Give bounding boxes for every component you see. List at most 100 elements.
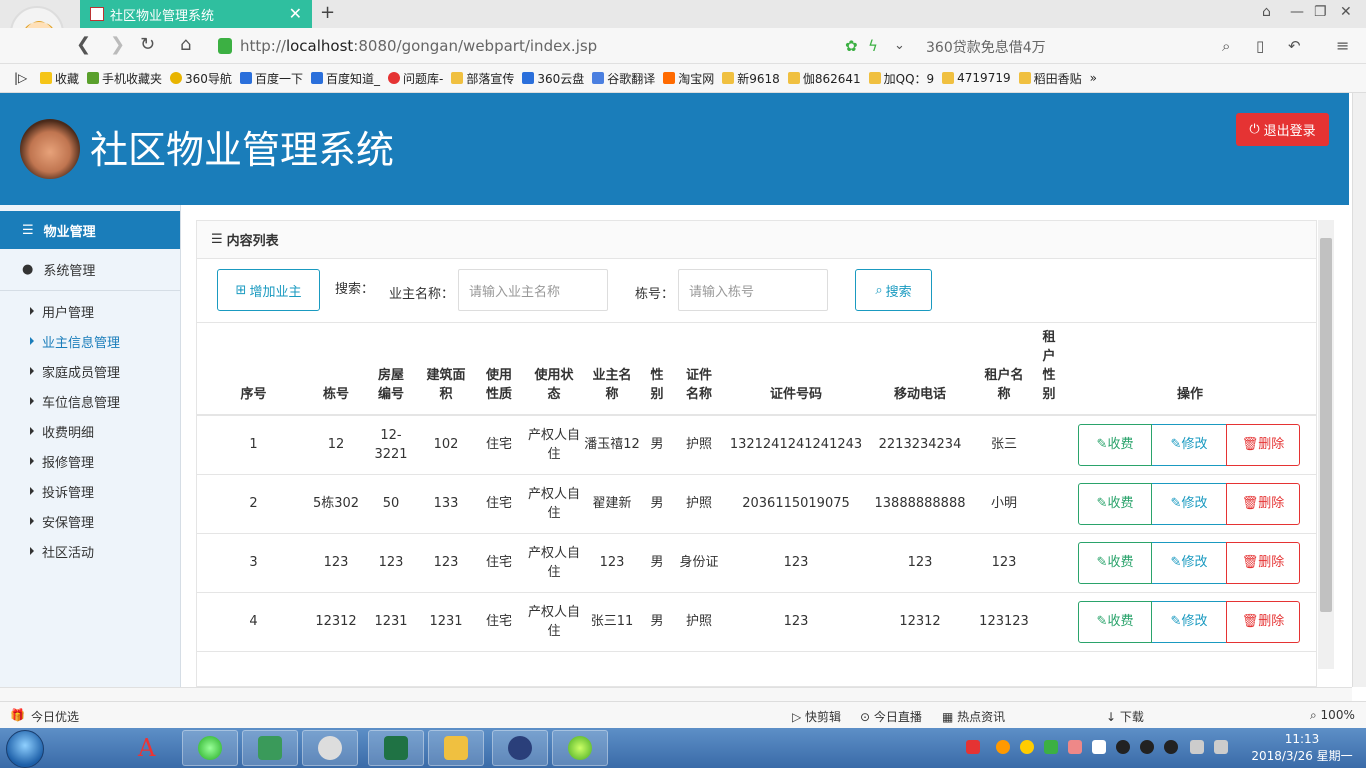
volume-icon[interactable] (1190, 740, 1204, 754)
status-item[interactable]: ↓ 下载 (1106, 708, 1144, 725)
tray-icon[interactable] (996, 740, 1010, 754)
undo-icon[interactable]: ↶ (1288, 37, 1301, 55)
edit-square-icon: ✎ (1170, 437, 1182, 453)
building-number-input[interactable]: 请输入栋号 (678, 269, 828, 311)
delete-button[interactable]: 🗑 删除 (1226, 600, 1300, 643)
sidebar-item-users[interactable]: 用户管理 (0, 296, 180, 326)
sidebar-item-repairs[interactable]: 报修管理 (0, 446, 180, 476)
tray-icon[interactable] (1068, 740, 1082, 754)
bookmark-item[interactable]: 百度一下 (239, 70, 303, 87)
sidebar-section-property[interactable]: ☰ 物业管理 (0, 211, 180, 249)
taskbar-app-green[interactable] (242, 730, 298, 766)
trash-icon: 🗑 (1241, 437, 1259, 453)
app-a-icon[interactable]: A (138, 734, 155, 762)
logout-button[interactable]: ⏻ 退出登录 (1236, 113, 1329, 146)
bookmark-item[interactable]: 淘宝网 (663, 70, 714, 87)
edit-button[interactable]: ✎ 修改 (1152, 600, 1226, 643)
bookmark-item[interactable]: 收藏 (40, 70, 79, 87)
qq-icon[interactable] (1140, 740, 1154, 754)
edit-button[interactable]: ✎ 修改 (1152, 423, 1226, 466)
status-item[interactable]: ▦ 热点资讯 (942, 708, 1005, 725)
lightning-icon[interactable]: ϟ (868, 37, 878, 55)
bookmark-item[interactable]: 谷歌翻译 (592, 70, 655, 87)
search-icon[interactable]: ⌕ (1222, 37, 1230, 55)
fee-button[interactable]: ✎ 收费 (1078, 541, 1152, 584)
tray-icon[interactable] (1020, 740, 1034, 754)
page-scrollbar[interactable] (1352, 93, 1366, 687)
mobile-icon[interactable]: ▯ (1256, 37, 1264, 55)
network-icon[interactable] (1214, 740, 1228, 754)
back-icon[interactable]: ❮ (76, 34, 91, 55)
sidebar-item-parking[interactable]: 车位信息管理 (0, 386, 180, 416)
search-suggestion-text[interactable]: 360贷款免息借4万 (926, 37, 1046, 57)
taskbar-app-player[interactable] (302, 730, 358, 766)
system-clock[interactable]: 11:13 2018/3/26 星期一 (1240, 731, 1364, 765)
add-owner-button[interactable]: ⊞ 增加业主 (217, 269, 320, 311)
bookmark-item[interactable]: 手机收藏夹 (87, 70, 162, 87)
sidebar-item-fees[interactable]: 收费明细 (0, 416, 180, 446)
taskbar-app-excel[interactable] (368, 730, 424, 766)
status-item[interactable]: ▷ 快剪辑 (792, 708, 841, 725)
tray-icon[interactable] (1092, 740, 1106, 754)
bookmark-item[interactable]: 加QQ：9 (868, 70, 934, 87)
status-item[interactable]: ⊙ 今日直播 (860, 708, 922, 725)
bookmark-item[interactable]: 360导航 (170, 70, 232, 87)
input-method-icon[interactable] (966, 740, 980, 754)
edit-button[interactable]: ✎ 修改 (1152, 541, 1226, 584)
sidebar-item-security[interactable]: 安保管理 (0, 506, 180, 536)
sidebar-section-system[interactable]: ● 系统管理 (0, 249, 180, 291)
delete-button[interactable]: 🗑 删除 (1226, 482, 1300, 525)
bookmark-item[interactable]: 4719719 (942, 71, 1011, 85)
search-button[interactable]: ⌕ 搜索 (855, 269, 932, 311)
edit-button[interactable]: ✎ 修改 (1152, 482, 1226, 525)
skin-icon[interactable]: ⌂ (1262, 4, 1271, 20)
bookmark-item[interactable]: 部落宣传 (451, 70, 514, 87)
sidebar-item-activities[interactable]: 社区活动 (0, 536, 180, 566)
address-bar[interactable]: http://localhost:8080/gongan/webpart/ind… (218, 33, 918, 59)
taskbar-app-360[interactable] (552, 730, 608, 766)
maximize-icon[interactable]: ❐ (1314, 4, 1327, 20)
delete-button[interactable]: 🗑 删除 (1226, 541, 1300, 584)
qq-icon[interactable] (1116, 740, 1130, 754)
sidebar-item-family-members[interactable]: 家庭成员管理 (0, 356, 180, 386)
refresh-icon[interactable]: ↻ (140, 34, 155, 55)
delete-button[interactable]: 🗑 删除 (1226, 423, 1300, 466)
content-scrollbar-thumb[interactable] (1320, 238, 1332, 612)
horizontal-scrollbar[interactable] (0, 687, 1352, 701)
site-logo-icon (20, 119, 80, 179)
taskbar-app-explorer[interactable] (428, 730, 484, 766)
bookmark-item[interactable]: 360云盘 (522, 70, 584, 87)
bookmark-item[interactable]: 百度知道_ (310, 70, 380, 87)
status-today-picks[interactable]: 今日优选 (31, 708, 79, 725)
fee-button[interactable]: ✎ 收费 (1078, 482, 1152, 525)
owner-name-input[interactable]: 请输入业主名称 (458, 269, 608, 311)
tray-shield-icon[interactable] (1044, 740, 1058, 754)
speed-icon[interactable]: ✿ (845, 37, 858, 55)
bookmark-item[interactable]: 伽862641 (787, 70, 861, 87)
panel-header: ☰ 内容列表 (197, 221, 1316, 259)
sidebar-toggle-icon[interactable]: |▷ (14, 71, 27, 85)
bookmark-item[interactable]: 问题库- (387, 70, 443, 87)
sidebar-item-owner-info[interactable]: 业主信息管理 (0, 326, 180, 356)
home-icon[interactable]: ⌂ (180, 34, 191, 55)
new-tab-icon[interactable]: + (320, 2, 335, 23)
fee-button[interactable]: ✎ 收费 (1078, 600, 1152, 643)
zoom-level[interactable]: ⌕ 100% (1310, 708, 1355, 723)
start-button[interactable] (6, 730, 44, 768)
taskbar-app-browser[interactable] (182, 730, 238, 766)
fee-button[interactable]: ✎ 收费 (1078, 423, 1152, 466)
menu-icon[interactable]: ≡ (1336, 36, 1349, 55)
taskbar-app-eclipse[interactable] (492, 730, 548, 766)
bookmark-item[interactable]: 新9618 (722, 70, 780, 87)
minimize-icon[interactable]: — (1290, 4, 1304, 20)
more-bookmarks-icon[interactable]: » (1090, 71, 1097, 85)
close-tab-icon[interactable]: ✕ (289, 4, 302, 23)
sidebar-item-complaints[interactable]: 投诉管理 (0, 476, 180, 506)
qq-icon[interactable] (1164, 740, 1178, 754)
column-header: 序号 (197, 323, 310, 416)
bookmark-item[interactable]: 稻田香贴 (1018, 70, 1082, 87)
close-window-icon[interactable]: ✕ (1340, 4, 1352, 20)
forward-icon[interactable]: ❯ (110, 34, 125, 55)
dropdown-chevron-icon[interactable]: ⌄ (894, 38, 905, 53)
browser-tab[interactable]: 社区物业管理系统 ✕ (80, 0, 312, 28)
